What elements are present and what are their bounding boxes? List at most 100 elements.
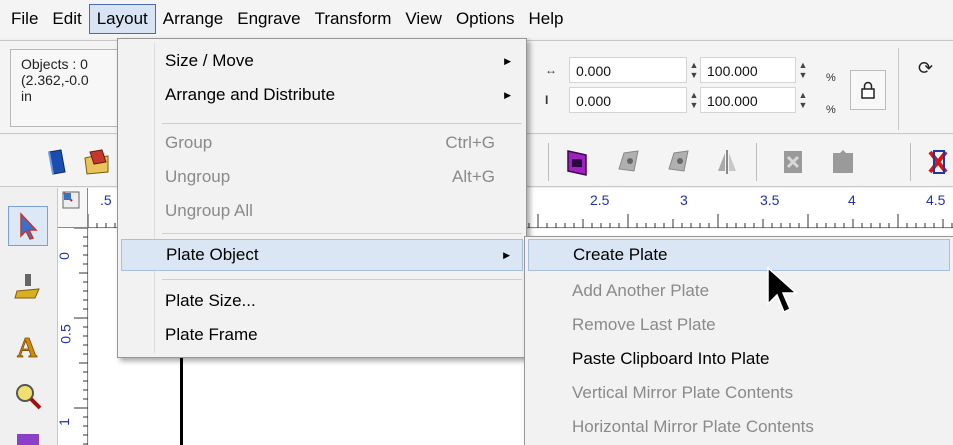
horizontal-arrow-icon: ↔ [545, 63, 557, 77]
vertical-ruler: 0 0.5 1 [55, 228, 88, 445]
submenu-arrow-icon: ▶ [503, 250, 510, 260]
pointer-arrow-icon [20, 212, 38, 240]
select-tool-button[interactable] [8, 206, 48, 246]
width-percent-field[interactable]: 100.000 [700, 57, 796, 83]
layout-menu: Size / Move ▶ Arrange and Distribute ▶ G… [117, 38, 527, 358]
menu-item-add-another-plate[interactable]: Add Another Plate [528, 275, 950, 307]
menu-item-remove-last-plate[interactable]: Remove Last Plate [528, 309, 950, 341]
menu-item-label: Ungroup [165, 167, 231, 186]
toolbar-separator [756, 143, 757, 181]
object-position: (2.362,-0.0 [21, 72, 89, 88]
plate-tool-button[interactable] [560, 145, 594, 179]
y-position-field[interactable]: 0.000 [569, 87, 687, 113]
text-tool-button[interactable]: A [8, 326, 48, 366]
zoom-tool-button[interactable] [8, 376, 48, 416]
rotate-icon[interactable]: ⟳ [918, 58, 933, 79]
menu-item-ungroup-all[interactable]: Ungroup All [121, 195, 523, 227]
engrave-machine-icon [14, 274, 40, 299]
shortcut-label: Alt+G [452, 167, 495, 186]
submenu-arrow-icon: ▶ [504, 56, 511, 66]
menu-item-ungroup[interactable]: Ungroup Alt+G [121, 161, 523, 193]
menu-item-label: Plate Object [166, 245, 259, 264]
tool-icon [17, 434, 39, 445]
width-percent-sign: % [826, 72, 836, 84]
lock-icon [861, 81, 875, 99]
ruler-label: 1 [55, 418, 72, 426]
height-percent-spinner[interactable]: 100.000 ▲ ▼ [700, 87, 810, 113]
height-percent-sign: % [826, 104, 836, 116]
ruler-corner[interactable] [58, 188, 88, 228]
menu-layout[interactable]: Layout [88, 4, 156, 34]
engrave-tool-button[interactable] [8, 266, 48, 306]
menu-item-horizontal-mirror[interactable]: Horizontal Mirror Plate Contents [528, 411, 950, 443]
open-file-button[interactable] [80, 145, 114, 179]
menu-separator [162, 233, 522, 234]
shape-tool-1-button[interactable] [612, 145, 646, 179]
menu-separator [162, 279, 522, 280]
node-shape-icon [618, 150, 639, 172]
menu-item-label: Size / Move [165, 51, 254, 70]
menu-edit[interactable]: Edit [45, 4, 88, 34]
unit-label: in [21, 88, 32, 104]
x-position-spinner[interactable]: ↔ 0.000 ▲ ▼ [545, 57, 701, 83]
left-toolbox: A [0, 188, 58, 445]
x-position-field[interactable]: 0.000 [569, 57, 687, 83]
magnifier-icon [16, 384, 42, 410]
mouse-cursor-icon [767, 266, 798, 314]
menu-item-arrange-distribute[interactable]: Arrange and Distribute ▶ [121, 79, 523, 111]
menubar: File Edit Layout Arrange Engrave Transfo… [0, 0, 953, 38]
proportion-lock-button[interactable] [850, 70, 886, 110]
menu-item-plate-object[interactable]: Plate Object ▶ [121, 239, 523, 271]
menu-item-label: Horizontal Mirror Plate Contents [572, 417, 814, 436]
menu-separator [162, 123, 522, 124]
ruler-label: 3.5 [760, 192, 780, 208]
menu-item-create-plate[interactable]: Create Plate [528, 239, 950, 271]
menu-item-vertical-mirror[interactable]: Vertical Mirror Plate Contents [528, 377, 950, 409]
shape-tool-2-button[interactable] [662, 145, 696, 179]
ruler-origin-icon [62, 191, 80, 209]
menu-item-label: Arrange and Distribute [165, 85, 336, 104]
extra-tool-button[interactable] [8, 418, 48, 445]
ruler-label: 4 [848, 192, 856, 208]
menu-item-label: Create Plate [573, 245, 668, 264]
weld-tool-button[interactable] [776, 145, 810, 179]
menu-options[interactable]: Options [449, 4, 522, 34]
width-spin-arrows[interactable]: ▲ ▼ [796, 57, 810, 83]
height-spin-arrows[interactable]: ▲ ▼ [796, 87, 810, 113]
menu-item-label: Plate Frame [165, 325, 258, 344]
menu-item-paste-clipboard-into-plate[interactable]: Paste Clipboard Into Plate [528, 343, 950, 375]
shortcut-label: Ctrl+G [445, 133, 495, 152]
menu-item-label: Paste Clipboard Into Plate [572, 349, 770, 368]
shape-tool-3-button[interactable] [826, 145, 860, 179]
menu-engrave[interactable]: Engrave [230, 4, 307, 34]
svg-text:A: A [17, 333, 38, 361]
mirror-tool-button[interactable] [710, 145, 744, 179]
y-position-spinner[interactable]: I 0.000 ▲ ▼ [545, 87, 701, 113]
menu-arrange[interactable]: Arrange [156, 4, 230, 34]
open-folder-icon [84, 149, 109, 175]
height-percent-field[interactable]: 100.000 [700, 87, 796, 113]
x-spin-arrows[interactable]: ▲ ▼ [687, 57, 701, 83]
menu-item-size-move[interactable]: Size / Move ▶ [121, 45, 523, 77]
menu-item-plate-size[interactable]: Plate Size... [121, 285, 523, 317]
cut-shape-icon [833, 150, 853, 173]
menu-view[interactable]: View [398, 4, 449, 34]
new-file-button[interactable] [40, 145, 74, 179]
menu-help[interactable]: Help [522, 4, 571, 34]
y-spin-arrows[interactable]: ▲ ▼ [687, 87, 701, 113]
menu-item-label: Group [165, 133, 213, 152]
width-percent-spinner[interactable]: 100.000 ▲ ▼ [700, 57, 810, 83]
new-file-icon [48, 149, 66, 175]
menu-item-group[interactable]: Group Ctrl+G [121, 127, 523, 159]
menu-file[interactable]: File [4, 4, 45, 34]
propbar-separator [898, 48, 899, 130]
delete-tool-button[interactable] [922, 145, 953, 179]
mirror-icon [718, 150, 736, 174]
vertical-arrow-icon: I [545, 93, 549, 107]
plate-icon [567, 150, 587, 176]
menu-item-plate-frame[interactable]: Plate Frame [121, 319, 523, 351]
menu-item-label: Vertical Mirror Plate Contents [572, 383, 794, 402]
ruler-label: .5 [100, 192, 112, 208]
menu-item-label: Remove Last Plate [572, 315, 716, 334]
menu-transform[interactable]: Transform [308, 4, 399, 34]
